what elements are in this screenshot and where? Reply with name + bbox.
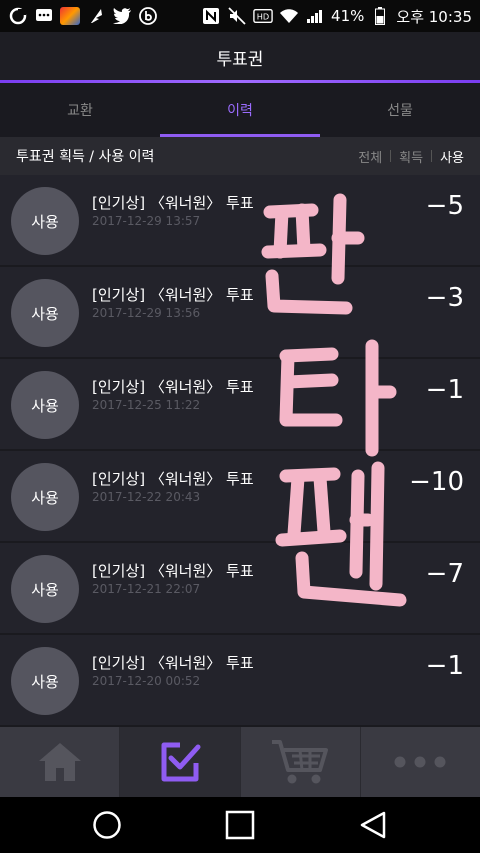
item-amount: −1 bbox=[425, 375, 464, 405]
triangle-back-icon bbox=[361, 811, 386, 839]
tab-exchange-label: 교환 bbox=[67, 103, 93, 119]
usage-badge: 사용 bbox=[11, 187, 79, 255]
filter-all[interactable]: 전체 bbox=[358, 147, 382, 166]
usage-badge: 사용 bbox=[11, 647, 79, 715]
nfc-icon bbox=[201, 7, 221, 25]
nav-cart[interactable] bbox=[241, 727, 361, 797]
title-bar: 투표권 bbox=[0, 32, 480, 82]
tab-bar: 교환 이력 선물 bbox=[0, 83, 480, 137]
history-label: 투표권 획득 / 사용 이력 bbox=[16, 149, 155, 165]
battery-icon bbox=[370, 7, 390, 25]
tab-gift[interactable]: 선물 bbox=[320, 83, 480, 137]
system-recents-button[interactable] bbox=[220, 805, 260, 845]
usage-badge: 사용 bbox=[11, 279, 79, 347]
filter-used[interactable]: 사용 bbox=[440, 147, 464, 166]
nav-more[interactable] bbox=[361, 727, 480, 797]
message-icon bbox=[34, 7, 54, 25]
item-date: 2017-12-29 13:57 bbox=[92, 214, 201, 228]
item-title: [인기상] 〈워너원〉 투표 bbox=[92, 470, 254, 488]
b-app-icon bbox=[138, 7, 158, 25]
item-date: 2017-12-20 00:52 bbox=[92, 674, 201, 688]
system-nav-bar bbox=[0, 797, 480, 853]
item-title: [인기상] 〈워너원〉 투표 bbox=[92, 378, 254, 396]
bottom-nav bbox=[0, 727, 480, 797]
app-notification-icon bbox=[8, 7, 28, 25]
usage-badge: 사용 bbox=[11, 555, 79, 623]
item-title: [인기상] 〈워너원〉 투표 bbox=[92, 194, 254, 212]
filter-divider bbox=[431, 150, 433, 162]
nav-home[interactable] bbox=[0, 727, 121, 797]
system-home-button[interactable] bbox=[87, 805, 127, 845]
item-amount: −10 bbox=[409, 467, 464, 497]
game-app-icon bbox=[60, 7, 80, 25]
list-item[interactable]: 사용 [인기상] 〈워너원〉 투표 2017-12-22 20:43 −10 bbox=[0, 451, 480, 543]
usage-badge: 사용 bbox=[11, 463, 79, 531]
item-title: [인기상] 〈워너원〉 투표 bbox=[92, 562, 254, 580]
filter-divider bbox=[390, 150, 392, 162]
item-amount: −7 bbox=[425, 559, 464, 589]
mute-icon bbox=[227, 7, 247, 25]
page-title: 투표권 bbox=[216, 49, 264, 70]
tab-gift-label: 선물 bbox=[387, 103, 413, 119]
cart-icon bbox=[272, 740, 329, 784]
tab-history-label: 이력 bbox=[227, 103, 253, 119]
history-list[interactable]: 사용 [인기상] 〈워너원〉 투표 2017-12-29 13:57 −5 사용… bbox=[0, 175, 480, 727]
signal-icon bbox=[305, 7, 325, 25]
tab-history[interactable]: 이력 bbox=[160, 83, 320, 137]
item-date: 2017-12-21 22:07 bbox=[92, 582, 201, 596]
nav-vote[interactable] bbox=[120, 727, 241, 797]
item-date: 2017-12-29 13:56 bbox=[92, 306, 201, 320]
svg-text:HD: HD bbox=[257, 12, 269, 22]
wifi-icon bbox=[279, 7, 299, 25]
list-item[interactable]: 사용 [인기상] 〈워너원〉 투표 2017-12-29 13:56 −3 bbox=[0, 267, 480, 359]
home-icon bbox=[38, 743, 81, 781]
status-bar: HD 41% 오후 10:35 bbox=[0, 0, 480, 32]
list-item[interactable]: 사용 [인기상] 〈워너원〉 투표 2017-12-29 13:57 −5 bbox=[0, 175, 480, 267]
history-filters: 전체 획득 사용 bbox=[358, 147, 464, 166]
item-date: 2017-12-22 20:43 bbox=[92, 490, 201, 504]
square-recents-icon bbox=[225, 810, 255, 840]
hd-icon: HD bbox=[253, 7, 273, 25]
system-back-button[interactable] bbox=[353, 805, 393, 845]
item-amount: −5 bbox=[425, 191, 464, 221]
item-title: [인기상] 〈워너원〉 투표 bbox=[92, 286, 254, 304]
item-date: 2017-12-25 11:22 bbox=[92, 398, 201, 412]
history-header: 투표권 획득 / 사용 이력 전체 획득 사용 bbox=[0, 137, 480, 175]
vote-check-icon bbox=[161, 742, 201, 782]
item-title: [인기상] 〈워너원〉 투표 bbox=[92, 654, 254, 672]
tab-exchange[interactable]: 교환 bbox=[0, 83, 160, 137]
battery-percent: 41% bbox=[331, 7, 365, 25]
twitter-icon bbox=[112, 7, 132, 25]
list-item[interactable]: 사용 [인기상] 〈워너원〉 투표 2017-12-21 22:07 −7 bbox=[0, 543, 480, 635]
usage-badge: 사용 bbox=[11, 371, 79, 439]
list-item[interactable]: 사용 [인기상] 〈워너원〉 투표 2017-12-20 00:52 −1 bbox=[0, 635, 480, 727]
list-item[interactable]: 사용 [인기상] 〈워너원〉 투표 2017-12-25 11:22 −1 bbox=[0, 359, 480, 451]
clock: 오후 10:35 bbox=[396, 7, 472, 26]
item-amount: −1 bbox=[425, 651, 464, 681]
feather-app-icon bbox=[86, 7, 106, 25]
filter-acquired[interactable]: 획득 bbox=[399, 147, 423, 166]
item-amount: −3 bbox=[425, 283, 464, 313]
more-icon bbox=[394, 756, 446, 768]
circle-home-icon bbox=[92, 811, 121, 839]
